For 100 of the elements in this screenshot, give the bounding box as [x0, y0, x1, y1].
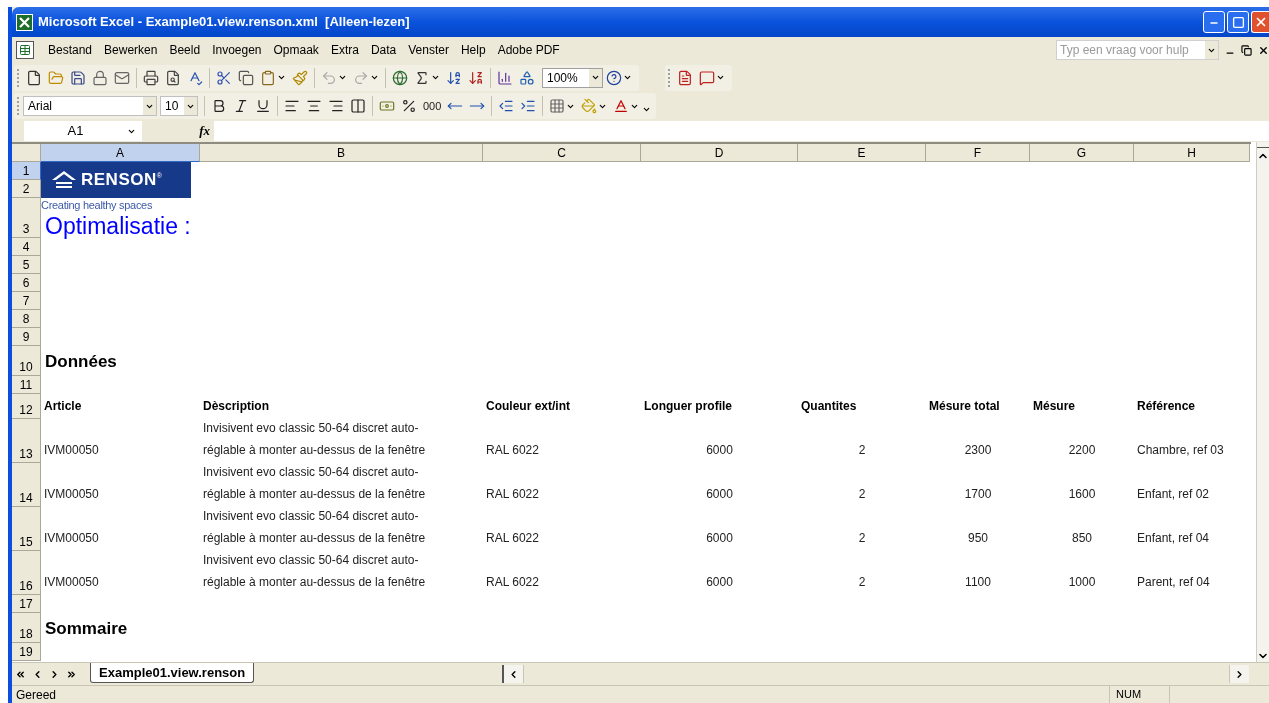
row-header[interactable]: 8: [12, 310, 41, 328]
row-header[interactable]: 17: [12, 595, 41, 613]
row-header[interactable]: 12: [12, 394, 41, 419]
row-header[interactable]: 3: [12, 198, 41, 238]
column-header[interactable]: G: [1030, 144, 1134, 162]
horizontal-scrollbar[interactable]: [502, 665, 1249, 683]
row-header[interactable]: 9: [12, 328, 41, 346]
menu-item[interactable]: Adobe PDF: [491, 41, 566, 59]
paintbrush-icon: [292, 69, 308, 86]
column-header[interactable]: A: [41, 144, 200, 162]
menu-item[interactable]: Extra: [324, 41, 365, 59]
column-heading: Dèscription: [203, 398, 269, 415]
column-header[interactable]: C: [483, 144, 641, 162]
row-header[interactable]: 4: [12, 238, 41, 256]
name-box[interactable]: A1: [24, 121, 142, 141]
globe-icon: [392, 69, 408, 86]
row-header[interactable]: 18: [12, 613, 41, 643]
grid-icon: [549, 98, 566, 114]
scroll-right-icon[interactable]: [1234, 668, 1245, 680]
menu-item[interactable]: Bewerken: [98, 41, 164, 59]
menu-item[interactable]: Help: [454, 41, 492, 59]
row-header[interactable]: 5: [12, 256, 41, 274]
help-icon: [606, 69, 622, 86]
column-header[interactable]: E: [798, 144, 926, 162]
workbook-icon: [16, 41, 34, 59]
table-cell-text: 1700: [964, 486, 992, 503]
table-cell-text: 2200: [1068, 442, 1096, 459]
table-cell-text: IVM00050: [44, 486, 99, 503]
table-cell-text: Invisivent evo classic 50-64 discret auto- réglable à monter au-dessus de la fenêtre: [203, 552, 426, 591]
row-header[interactable]: 15: [12, 507, 41, 551]
menu-item[interactable]: Data: [364, 41, 403, 59]
font-name-field[interactable]: Arial: [23, 96, 157, 116]
row-header[interactable]: 13: [12, 419, 41, 463]
lock-icon: [92, 69, 108, 86]
close-workbook-icon[interactable]: [1258, 44, 1269, 56]
maximize-button[interactable]: [1227, 11, 1249, 33]
underline-icon: [255, 98, 271, 114]
row-header[interactable]: 6: [12, 274, 41, 292]
row-header[interactable]: 10: [12, 346, 41, 376]
row-header[interactable]: 2: [12, 180, 41, 198]
comment-icon: [699, 69, 715, 86]
close-button[interactable]: [1251, 11, 1269, 33]
table-cell-text: Enfant, ref 04: [1137, 530, 1210, 547]
column-heading: Référence: [1137, 398, 1196, 415]
caret-icon: [338, 73, 347, 82]
file-icon: [26, 69, 42, 86]
column-header[interactable]: H: [1134, 144, 1250, 162]
table-cell-text: 2: [858, 442, 866, 459]
merge-cells-icon: [350, 98, 366, 114]
maximize-icon: [1231, 15, 1245, 29]
help-search-field[interactable]: Typ een vraag voor hulp: [1056, 40, 1219, 60]
section-heading: Données: [44, 350, 117, 373]
row-header[interactable]: 14: [12, 463, 41, 507]
column-header[interactable]: D: [641, 144, 798, 162]
table-cell-text: 2: [858, 530, 866, 547]
column-heading: Longuer profile: [644, 398, 732, 415]
table-cell-text: 1600: [1068, 486, 1096, 503]
restore-workbook-icon[interactable]: [1241, 44, 1252, 56]
bar-chart-icon: [497, 69, 513, 86]
section-heading: Sommaire: [44, 617, 128, 640]
font-color-icon: [613, 98, 630, 114]
column-heading: Mésure total: [929, 398, 1000, 415]
align-left-icon: [284, 98, 300, 114]
menu-item[interactable]: Bestand: [42, 41, 99, 59]
align-right-icon: [328, 98, 344, 114]
row-header[interactable]: 7: [12, 292, 41, 310]
menu-item[interactable]: Opmaak: [267, 41, 325, 59]
table-cell-text: Chambre, ref 03: [1137, 442, 1224, 459]
next-sheet-icon[interactable]: [49, 668, 60, 680]
column-header[interactable]: F: [926, 144, 1030, 162]
font-size-field[interactable]: 10: [160, 96, 198, 116]
insert-function-button[interactable]: fx: [142, 121, 214, 141]
caret-icon: [716, 73, 725, 82]
scissors-icon: [216, 69, 232, 86]
menu-item[interactable]: Venster: [402, 41, 455, 59]
thousands-button[interactable]: 000: [420, 95, 445, 117]
row-header[interactable]: 1: [12, 162, 41, 180]
table-cell-text: 850: [1072, 530, 1092, 547]
row-header[interactable]: 19: [12, 643, 41, 661]
formula-input[interactable]: [214, 121, 1269, 141]
column-header[interactable]: B: [200, 144, 483, 162]
row-header[interactable]: 11: [12, 376, 41, 394]
logo-tagline: Creating healthy spaces: [41, 199, 153, 211]
sigma-icon: [414, 69, 430, 86]
sheet-tab[interactable]: Example01.view.renson: [90, 662, 255, 683]
table-cell-text: Parent, ref 04: [1137, 574, 1210, 591]
table-cell-text: RAL 6022: [486, 486, 539, 503]
shapes-icon: [519, 69, 535, 86]
vertical-scrollbar[interactable]: [1256, 142, 1269, 662]
zoom-field[interactable]: 100%: [542, 67, 603, 88]
menu-item[interactable]: Invoegen: [206, 41, 268, 59]
menu-item[interactable]: Beeld: [163, 41, 207, 59]
minimize-button[interactable]: [1203, 11, 1225, 33]
table-cell-text: 6000: [706, 442, 733, 459]
italic-icon: [233, 98, 249, 114]
undo-icon: [321, 69, 337, 86]
window-title: Microsoft Excel - Example01.view.renson.xml [Alleen-lezen]: [38, 13, 410, 32]
spell-check-icon: [187, 69, 203, 86]
row-header[interactable]: 16: [12, 551, 41, 595]
caret-icon: [431, 73, 440, 82]
